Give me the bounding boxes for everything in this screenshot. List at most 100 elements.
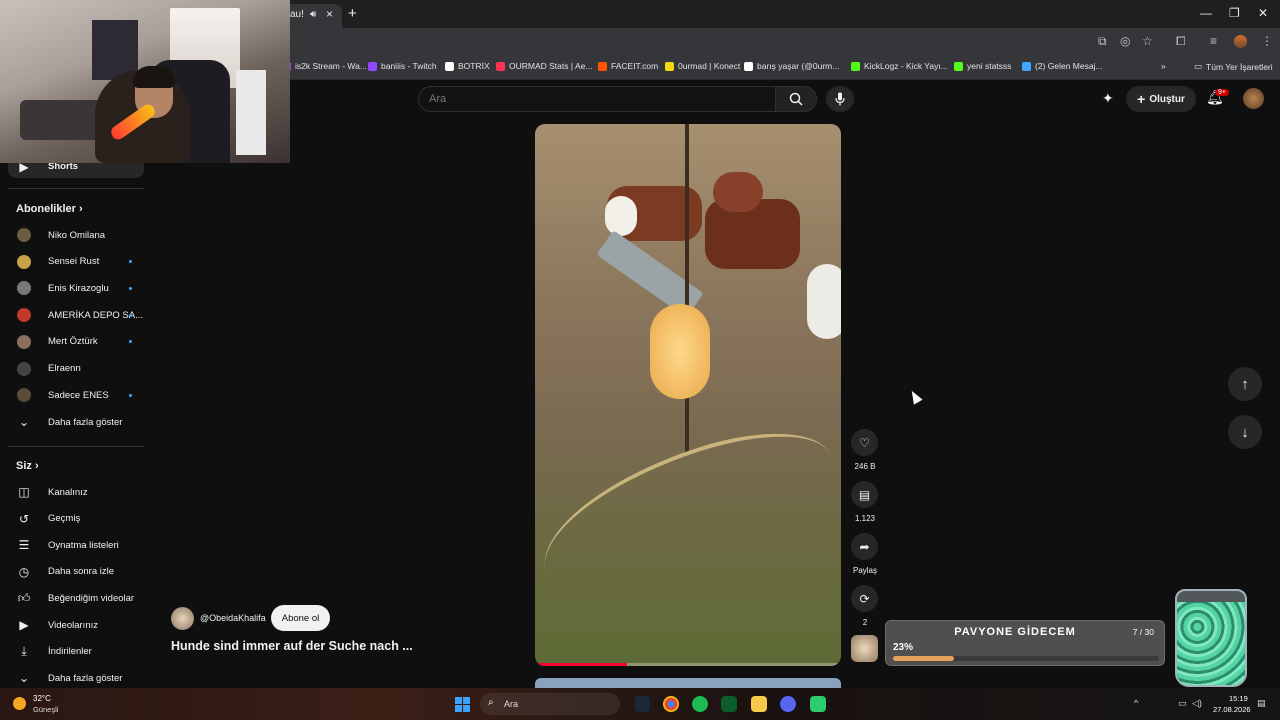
steam-icon[interactable] xyxy=(634,696,650,712)
sidebar-item-label: Videolarınız xyxy=(48,619,98,631)
favicon-icon xyxy=(445,61,454,71)
all-bookmarks[interactable]: ▭ Tüm Yer İşaretleri xyxy=(1194,61,1273,72)
sidebar-item-download[interactable]: ⤓ İndirilenler xyxy=(0,639,155,665)
new-content-dot xyxy=(129,286,132,290)
plus-icon: + xyxy=(1137,91,1146,107)
subscriptions-heading[interactable]: Abonelikler › xyxy=(16,203,83,215)
bookmark-item[interactable]: 0urmad | Konect xyxy=(665,61,740,71)
clock-date[interactable]: 27.08.2026 xyxy=(1213,705,1251,714)
sun-icon[interactable] xyxy=(13,697,26,710)
sidebar-item-watch-later[interactable]: ◷ Daha sonra izle xyxy=(0,559,155,585)
menu-icon[interactable]: ⋮ xyxy=(1261,34,1273,48)
subscribe-button[interactable]: Abone ol xyxy=(271,605,330,631)
tray-chevron-icon[interactable]: ^ xyxy=(1134,698,1138,708)
video-title[interactable]: Hunde sind immer auf der Suche nach ... xyxy=(171,639,413,653)
favicon-icon xyxy=(496,61,505,71)
comments-button[interactable]: ▤ xyxy=(851,481,878,508)
close-window-icon[interactable]: ✕ xyxy=(1258,6,1268,20)
channel-handle[interactable]: @ObeidaKhalifa xyxy=(200,613,266,623)
taskbar-search-label: Ara xyxy=(504,699,519,709)
sidebar-item-history[interactable]: ↺ Geçmiş xyxy=(0,506,155,532)
weather-description[interactable]: Güneşli xyxy=(33,705,58,714)
sidebar-item-your-videos[interactable]: ▶ Videolarınız xyxy=(0,612,155,638)
search-icon: ⌕ xyxy=(488,697,494,708)
new-tab-button[interactable]: + xyxy=(348,5,357,22)
search-input[interactable] xyxy=(419,87,775,111)
sidebar-item-label: Kanalınız xyxy=(48,486,88,498)
share-icon: ➦ xyxy=(859,539,870,554)
chrome-icon[interactable] xyxy=(663,696,679,712)
sound-thumbnail[interactable] xyxy=(851,635,878,662)
bookmark-item[interactable]: baniiis - Twitch xyxy=(368,61,437,71)
your-videos-icon: ▶ xyxy=(19,618,29,632)
weather-temperature[interactable]: 32°C xyxy=(33,694,51,703)
tip-jar-icon xyxy=(1175,589,1247,687)
media-icon[interactable]: ≡ xyxy=(1210,34,1217,48)
sidebar-item-like[interactable]: 👍︎ Beğendiğim videolar xyxy=(0,585,155,611)
discord-icon[interactable] xyxy=(780,696,796,712)
clock-time[interactable]: 15:19 xyxy=(1229,694,1248,703)
sidebar-channel-item[interactable]: Niko Omilana xyxy=(0,222,155,248)
sidebar-channel-item[interactable]: AMERİKA DEPO SA... xyxy=(0,302,155,328)
windows-start-icon[interactable] xyxy=(455,697,470,712)
video-progress-fill xyxy=(535,663,627,666)
bookmark-item[interactable]: BOTRİX xyxy=(445,61,490,71)
close-icon[interactable]: × xyxy=(326,7,333,21)
sidebar-item-channel[interactable]: ◫ Kanalınız xyxy=(0,479,155,505)
cast-sparkle-icon[interactable]: ✦ xyxy=(1102,90,1114,107)
bookmark-item[interactable]: (2) Gelen Mesaj... xyxy=(1022,61,1103,71)
show-more-subscriptions[interactable]: ⌄ Daha fazla göster xyxy=(0,409,155,435)
next-short-button[interactable]: ↓ xyxy=(1228,415,1262,449)
bookmark-item[interactable]: barış yaşar (@0urm... xyxy=(744,61,839,71)
sidebar-channel-item[interactable]: Sensei Rust xyxy=(0,249,155,275)
star-icon[interactable]: ☆ xyxy=(1142,34,1153,48)
file-explorer-icon[interactable] xyxy=(751,696,767,712)
sidebar-channel-item[interactable]: Elraenn xyxy=(0,356,155,382)
bookmark-item[interactable]: KickLogz - Kick Yayı... xyxy=(851,61,948,71)
next-short-preview[interactable] xyxy=(535,678,841,688)
remix-button[interactable]: ⟳ xyxy=(851,585,878,612)
history-icon: ↺ xyxy=(18,511,30,526)
sidebar-channel-item[interactable]: Enis Kirazoglu xyxy=(0,275,155,301)
browser-profile-avatar[interactable] xyxy=(1234,35,1247,48)
cast-icon[interactable]: ⧉ xyxy=(1098,34,1107,49)
sidebar-item-playlist[interactable]: ☰ Oynatma listeleri xyxy=(0,532,155,558)
notification-center-icon[interactable]: ▤ xyxy=(1257,698,1266,709)
avatar[interactable] xyxy=(1243,88,1264,109)
browser-tab[interactable]: au! 🔊︎ × xyxy=(282,4,342,28)
more-bookmarks-icon[interactable]: » xyxy=(1161,61,1166,71)
channel-avatar xyxy=(17,334,31,349)
voice-search-button[interactable] xyxy=(826,86,854,112)
bookmark-item[interactable]: is2k Stream - Wa... xyxy=(282,61,367,71)
short-video-player[interactable] xyxy=(535,124,841,666)
bookmark-item[interactable]: OURMAD Stats | Ae... xyxy=(496,61,592,71)
share-button[interactable]: ➦ xyxy=(851,533,878,560)
bookmark-item[interactable]: yeni statsss xyxy=(954,61,1011,71)
search-button[interactable] xyxy=(775,86,817,112)
kick-icon[interactable] xyxy=(721,696,737,712)
like-button[interactable]: ♡ xyxy=(851,429,878,456)
sidebar-channel-item[interactable]: Mert Öztürk xyxy=(0,329,155,355)
mouse-cursor xyxy=(907,388,923,405)
chevron-down-icon: ⌄ xyxy=(18,415,30,429)
create-button[interactable]: + Oluştur xyxy=(1126,86,1196,112)
app-icon[interactable] xyxy=(810,696,826,712)
you-heading[interactable]: Siz › xyxy=(16,460,39,472)
channel-avatar[interactable] xyxy=(171,607,194,630)
network-icon[interactable]: ▭ xyxy=(1178,698,1187,709)
channel-avatar xyxy=(17,361,31,376)
eye-off-icon[interactable]: ◎ xyxy=(1120,34,1130,48)
bookmark-item[interactable]: FACEIT.com xyxy=(598,61,658,71)
volume-icon[interactable]: ◁) xyxy=(1192,698,1202,709)
extensions-icon[interactable]: ⧠ xyxy=(1176,34,1186,49)
speaker-icon[interactable]: 🔊︎ xyxy=(310,9,316,20)
favicon-icon xyxy=(598,61,607,71)
taskbar-search[interactable] xyxy=(480,693,620,715)
restore-icon[interactable]: ❐ xyxy=(1229,6,1240,20)
channel-icon: ◫ xyxy=(18,485,30,499)
spotify-icon[interactable] xyxy=(692,696,708,712)
minimize-icon[interactable]: — xyxy=(1200,6,1212,20)
previous-short-button[interactable]: ↑ xyxy=(1228,367,1262,401)
sidebar-channel-item[interactable]: Sadece ENES xyxy=(0,382,155,408)
video-progress-track[interactable] xyxy=(535,663,841,666)
